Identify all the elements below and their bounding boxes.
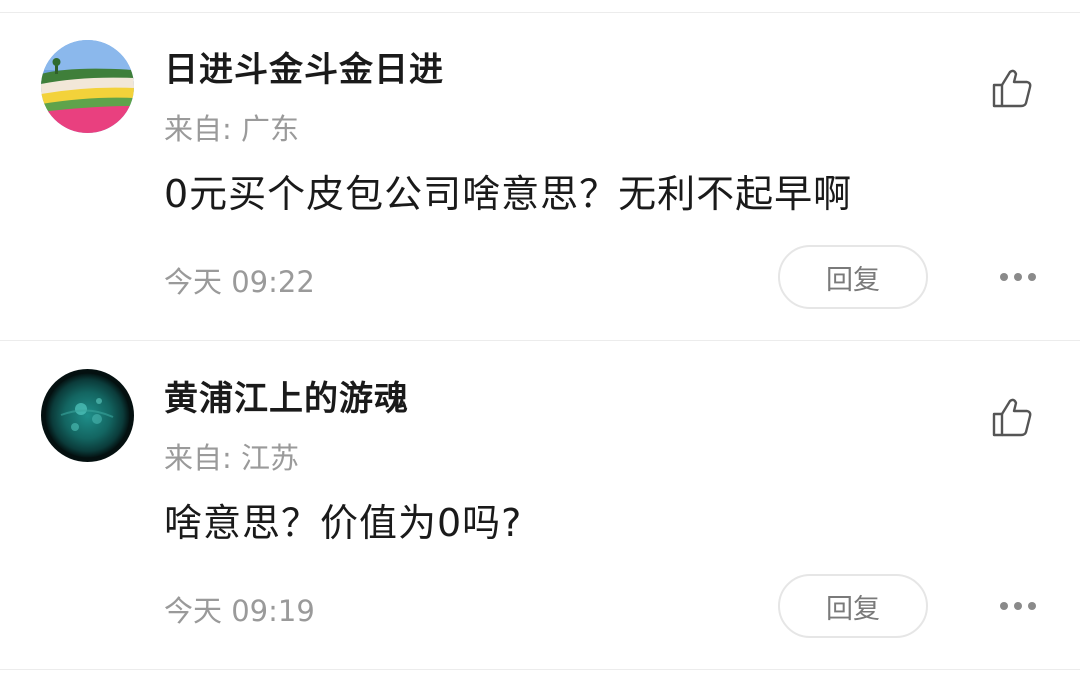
timestamp: 今天 09:22	[164, 265, 315, 299]
dot	[1028, 273, 1036, 281]
location-label: 来自: 广东	[164, 112, 299, 146]
comment-text: 0元买个皮包公司啥意思？无利不起早啊	[164, 172, 853, 216]
comment-item: 黄浦江上的游魂 来自: 江苏 啥意思？价值为0吗? 今天 09:19 回复	[0, 341, 1080, 670]
reply-button[interactable]: 回复	[778, 245, 928, 309]
more-dots-icon[interactable]	[994, 262, 1042, 292]
dot	[1014, 602, 1022, 610]
like-button[interactable]	[986, 62, 1038, 114]
location-label: 来自: 江苏	[164, 441, 299, 475]
username[interactable]: 黄浦江上的游魂	[164, 371, 409, 420]
more-dots-icon[interactable]	[994, 591, 1042, 621]
avatar[interactable]	[41, 40, 134, 133]
thumbs-up-icon	[992, 398, 1032, 437]
reply-button[interactable]: 回复	[778, 574, 928, 638]
username[interactable]: 日进斗金斗金日进	[164, 42, 444, 91]
dot	[1028, 602, 1036, 610]
like-button[interactable]	[986, 391, 1038, 443]
comment-text: 啥意思？价值为0吗?	[164, 501, 523, 545]
dot	[1014, 273, 1022, 281]
dot	[1000, 273, 1008, 281]
flower-field-avatar-icon	[41, 40, 134, 133]
comment-list: 日进斗金斗金日进 来自: 广东 0元买个皮包公司啥意思？无利不起早啊 今天 09…	[0, 12, 1080, 670]
thumbs-up-icon	[992, 69, 1032, 108]
sun-avatar-icon	[41, 369, 134, 462]
timestamp: 今天 09:19	[164, 594, 315, 628]
dot	[1000, 602, 1008, 610]
avatar[interactable]	[41, 369, 134, 462]
comment-item: 日进斗金斗金日进 来自: 广东 0元买个皮包公司啥意思？无利不起早啊 今天 09…	[0, 12, 1080, 341]
